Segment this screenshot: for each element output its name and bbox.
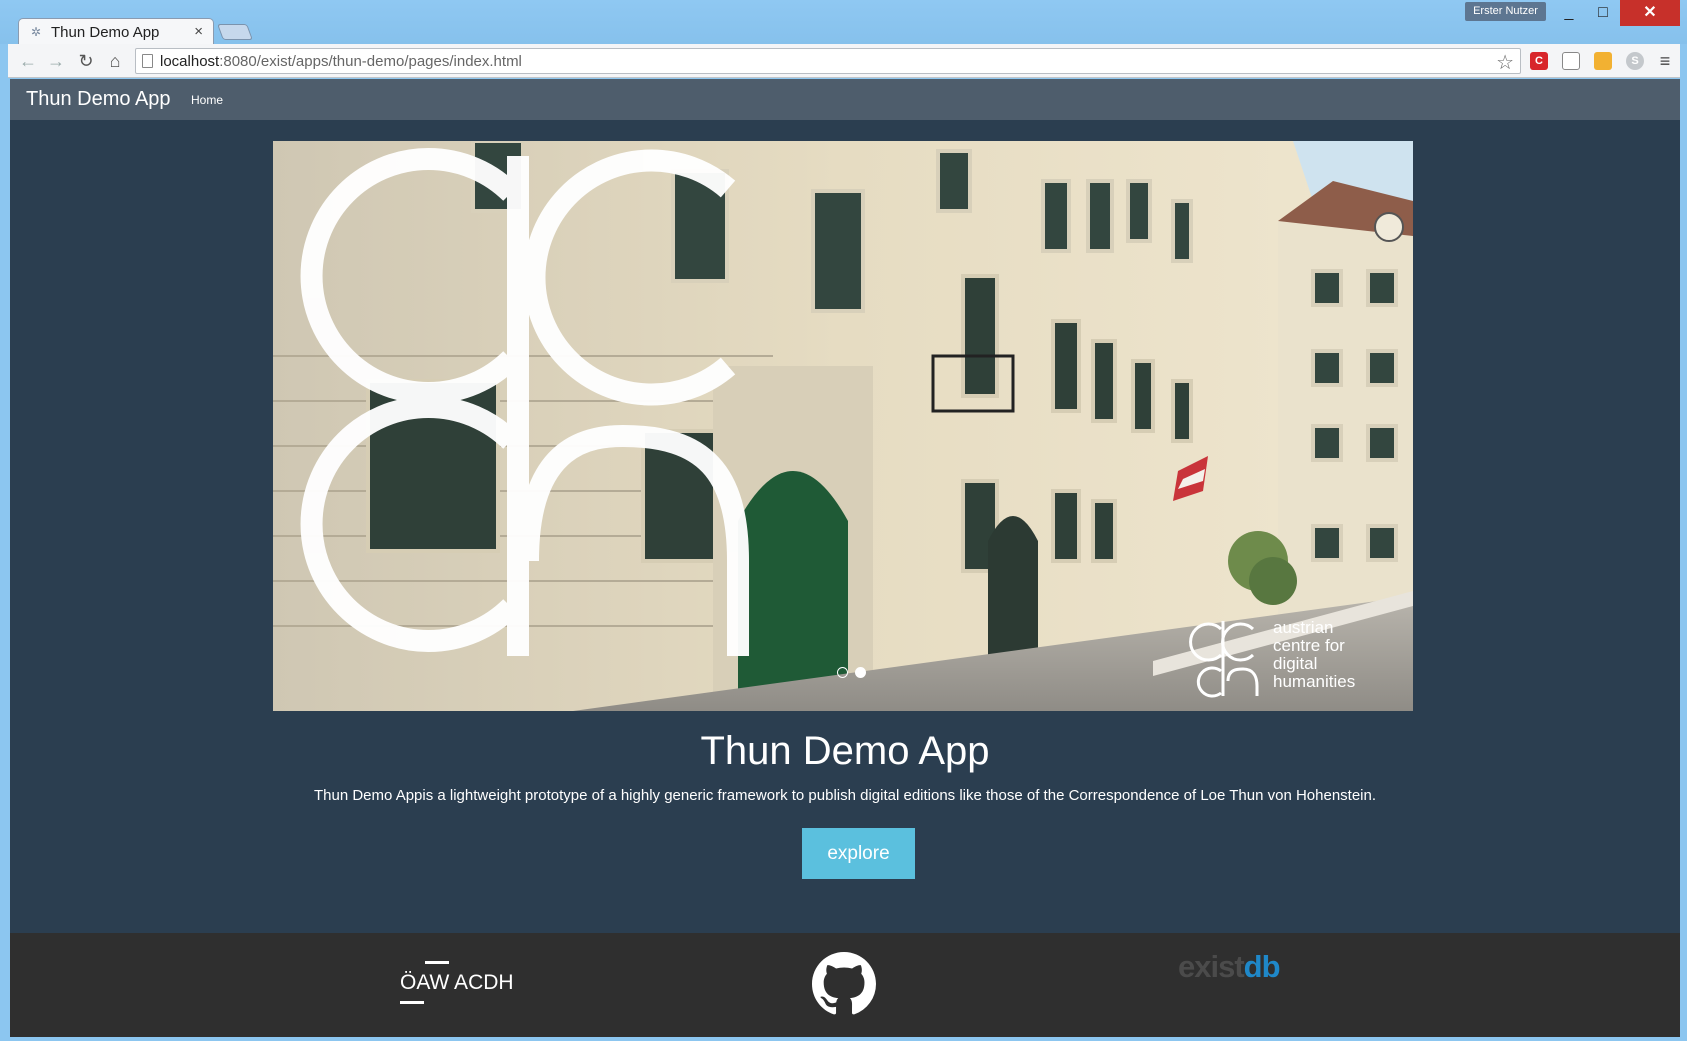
close-window-button[interactable]: ✕: [1620, 0, 1680, 26]
url-host: localhost: [160, 53, 220, 70]
carousel-indicator-2[interactable]: [855, 667, 867, 679]
minimize-button[interactable]: _: [1552, 0, 1586, 26]
new-tab-button[interactable]: [217, 24, 253, 40]
carousel-indicators: [837, 664, 869, 682]
oaw-acdh-text: ÖAW ACDH: [400, 971, 514, 994]
close-tab-icon[interactable]: ×: [194, 23, 203, 40]
browser-tab[interactable]: ✲ Thun Demo App ×: [18, 18, 214, 45]
profile-badge[interactable]: Erster Nutzer: [1465, 2, 1546, 21]
hero-title: Thun Demo App: [700, 729, 990, 773]
address-bar[interactable]: localhost:8080/exist/apps/thun-demo/page…: [135, 48, 1521, 74]
image-carousel[interactable]: austrian centre for digital humanities: [273, 141, 1413, 711]
back-arrow-icon[interactable]: ←: [16, 49, 40, 73]
navbar-brand[interactable]: Thun Demo App: [26, 88, 171, 111]
github-icon[interactable]: [812, 952, 876, 1016]
existdb-logo[interactable]: existdb: [1178, 949, 1281, 985]
existdb-logo-ex: exist: [1178, 949, 1245, 984]
caption-line: digital: [1273, 654, 1318, 673]
url-path: :8080/exist/apps/thun-demo/pages/index.h…: [219, 53, 522, 70]
home-icon[interactable]: ⌂: [103, 49, 127, 73]
extension-c-icon[interactable]: C: [1530, 52, 1548, 70]
caption-line: humanities: [1273, 672, 1356, 691]
reload-icon[interactable]: ↻: [74, 49, 98, 73]
page-icon: [142, 54, 153, 68]
extension-s-icon[interactable]: S: [1626, 52, 1644, 70]
site-navbar: Thun Demo App Home: [10, 79, 1680, 120]
extension-document-icon[interactable]: [1562, 52, 1580, 70]
logo-bar-bottom: [400, 1001, 424, 1004]
explore-button[interactable]: explore: [802, 828, 915, 879]
extension-translate-icon[interactable]: [1594, 52, 1612, 70]
carousel-slide-image: [273, 141, 1413, 711]
tab-title: Thun Demo App: [51, 24, 160, 41]
hero-description: Thun Demo Appis a lightweight prototype …: [313, 787, 1377, 804]
nav-link-home[interactable]: Home: [191, 93, 223, 107]
caption-line: austrian: [1273, 618, 1334, 637]
site-footer: ÖAW ACDH existdb: [10, 933, 1680, 1037]
url-text[interactable]: localhost:8080/exist/apps/thun-demo/page…: [160, 53, 522, 70]
browser-toolbar: ← → ↻ ⌂ localhost:8080/exist/apps/thun-d…: [8, 44, 1680, 78]
carousel-indicator-1[interactable]: [837, 667, 848, 679]
page-viewport: Thun Demo App Home austrian centre for d…: [10, 79, 1680, 1037]
menu-hamburger-icon[interactable]: ≡: [1656, 52, 1674, 70]
bookmark-star-icon[interactable]: ☆: [1496, 50, 1514, 75]
browser-titlebar: ✲ Thun Demo App × Erster Nutzer _ □ ✕: [0, 0, 1687, 45]
forward-arrow-icon[interactable]: →: [44, 49, 68, 73]
caption-line: centre for: [1273, 636, 1345, 655]
existdb-logo-db: db: [1243, 949, 1281, 984]
favicon-icon: ✲: [31, 25, 42, 39]
maximize-button[interactable]: □: [1586, 0, 1620, 26]
acdh-slide-caption: austrian centre for digital humanities: [1273, 619, 1355, 691]
logo-bar-top: [425, 961, 449, 964]
oaw-acdh-logo[interactable]: ÖAW ACDH: [400, 961, 514, 1004]
